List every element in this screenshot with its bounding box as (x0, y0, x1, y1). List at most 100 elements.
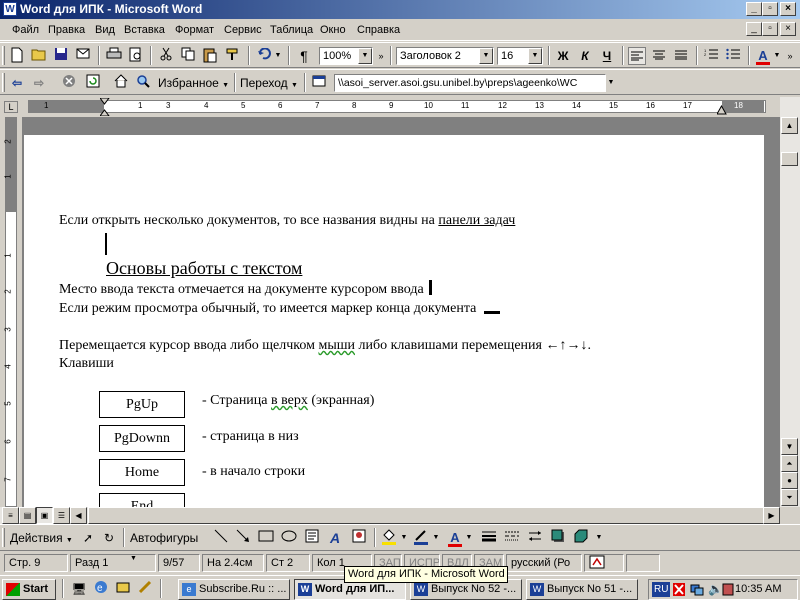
previous-page-icon[interactable]: ⏶ (781, 455, 798, 472)
address-dropdown-icon[interactable]: ▼ (606, 74, 616, 92)
arrow-icon[interactable] (234, 529, 252, 547)
style-select[interactable]: Заголовок 2 ▼ (396, 47, 494, 65)
pilcrow-icon[interactable]: ¶ (295, 47, 313, 65)
font-color-draw-icon[interactable]: A (446, 529, 464, 547)
font-color-dropdown-icon[interactable]: ▼ (773, 47, 781, 65)
favorites-menu[interactable]: Избранное ▼ (158, 74, 230, 92)
save-icon[interactable] (52, 47, 70, 65)
network-icon[interactable] (690, 582, 704, 600)
undo-dropdown-icon[interactable]: ▼ (273, 47, 283, 65)
free-rotate-icon[interactable]: ↻ (100, 529, 118, 547)
back-arrow-icon[interactable]: ⇦ (8, 74, 26, 92)
start-button[interactable]: Start (2, 579, 56, 600)
fill-color-dropdown-icon[interactable]: ▼ (400, 529, 408, 547)
bullet-list-icon[interactable] (724, 47, 742, 65)
clock[interactable]: 10:35 AM (735, 583, 781, 595)
format-painter-icon[interactable] (223, 47, 241, 65)
menu-table[interactable]: Таблица (270, 24, 313, 36)
tab-stop-selector[interactable]: L (4, 101, 18, 113)
maximize-button[interactable]: ▫ (762, 2, 778, 16)
taskbar-button-subscribe[interactable]: e Subscribe.Ru :: ... (178, 579, 290, 600)
menu-window[interactable]: Окно (320, 24, 346, 36)
chevron-down-icon[interactable]: ▼ (479, 48, 493, 64)
refresh-icon[interactable] (84, 74, 102, 92)
menu-tools[interactable]: Сервис (224, 24, 262, 36)
line-color-icon[interactable] (412, 529, 430, 547)
vertical-ruler[interactable]: 2 1 1 2 3 4 5 6 7 (0, 117, 22, 507)
quick-launch-icon[interactable] (136, 580, 154, 598)
menu-edit[interactable]: Правка (48, 24, 85, 36)
actions-menu[interactable]: Действия ▼ (10, 529, 76, 547)
font-color-icon[interactable]: A (754, 47, 772, 65)
arrow-style-icon[interactable] (526, 529, 544, 547)
paste-icon[interactable] (201, 47, 219, 65)
web-view-icon[interactable]: ▤ (19, 507, 36, 524)
language-indicator[interactable]: RU (652, 582, 671, 597)
taskbar-button-issue51[interactable]: W Выпуск No 51 -... (526, 579, 638, 600)
undo-icon[interactable] (255, 47, 273, 65)
close-button[interactable]: × (780, 2, 796, 16)
volume-icon[interactable]: 🔈 (708, 582, 723, 596)
normal-view-icon[interactable]: ≡ (2, 507, 19, 524)
justify-icon[interactable] (672, 47, 690, 65)
forward-arrow-icon[interactable]: ⇨ (30, 74, 48, 92)
toolbar-grip[interactable] (2, 528, 5, 547)
menu-insert[interactable]: Вставка (124, 24, 165, 36)
shadow-icon[interactable] (549, 529, 567, 547)
font-color-draw-dropdown-icon[interactable]: ▼ (465, 529, 473, 547)
ie-icon[interactable]: e (92, 580, 110, 598)
scroll-left-icon[interactable]: ◀ (70, 507, 87, 524)
browse-object-icon[interactable]: ● (781, 472, 798, 489)
line-icon[interactable] (212, 529, 230, 547)
outlook-icon[interactable] (114, 580, 132, 598)
antivirus-icon[interactable] (672, 582, 686, 600)
copy-icon[interactable] (179, 47, 197, 65)
show-desktop-icon[interactable]: 🖥 (70, 580, 88, 598)
search-web-icon[interactable] (134, 74, 152, 92)
menu-file[interactable]: Файл (12, 24, 39, 36)
drawing-more-icon[interactable]: ▼ (594, 529, 604, 547)
text-box-icon[interactable] (303, 529, 321, 547)
toolbar-grip[interactable] (2, 73, 5, 92)
numbered-list-icon[interactable]: 12 (702, 47, 720, 65)
print-layout-icon[interactable]: ▣ (36, 507, 53, 524)
doc-minimize-button[interactable]: _ (746, 22, 762, 36)
document-area[interactable]: Если открыть несколько документов, то вс… (22, 117, 780, 507)
spelling-status-icon[interactable] (584, 554, 624, 572)
underline-button[interactable]: Ч (598, 47, 616, 65)
next-page-icon[interactable]: ⏷ (781, 489, 798, 506)
home-icon[interactable] (112, 74, 130, 92)
zoom-select[interactable]: 100% ▼ (319, 47, 373, 65)
scroll-up-icon[interactable]: ▲ (781, 117, 798, 134)
fill-color-icon[interactable] (380, 529, 398, 547)
print-icon[interactable] (105, 47, 123, 65)
word-app-icon[interactable]: W (3, 2, 17, 16)
address-input[interactable]: \\asoi_server.asoi.gsu.unibel.by\preps\a… (334, 74, 606, 92)
new-document-icon[interactable] (8, 47, 26, 65)
doc-hyperlink[interactable]: панели задач (438, 213, 515, 228)
horizontal-ruler[interactable]: 1 1 3 4 5 6 7 8 9 10 11 12 13 14 15 16 1… (0, 97, 800, 117)
open-folder-icon[interactable] (30, 47, 48, 65)
horizontal-scroll-thumb[interactable] (88, 507, 768, 524)
line-color-dropdown-icon[interactable]: ▼ (432, 529, 440, 547)
rectangle-icon[interactable] (257, 529, 275, 547)
select-objects-icon[interactable]: ➚ (79, 529, 97, 547)
line-style-icon[interactable] (480, 529, 498, 547)
doc-close-button[interactable]: × (780, 22, 796, 36)
more-buttons-icon[interactable]: » (784, 47, 796, 65)
oval-icon[interactable] (280, 529, 298, 547)
menu-format[interactable]: Формат (175, 24, 214, 36)
toolbar-options-icon[interactable]: » (376, 47, 386, 65)
3d-icon[interactable] (572, 529, 590, 547)
document-page[interactable]: Если открыть несколько документов, то вс… (24, 135, 764, 507)
scroll-thumb[interactable] (781, 152, 798, 166)
vertical-scrollbar[interactable]: ▲ ▼ ⏶ ● ⏷ (780, 97, 800, 507)
font-size-select[interactable]: 16 ▼ (497, 47, 543, 65)
chevron-down-icon[interactable]: ▼ (358, 48, 372, 64)
cut-icon[interactable] (157, 47, 175, 65)
wordart-icon[interactable]: A (326, 529, 344, 547)
print-preview-icon[interactable] (127, 47, 145, 65)
menu-help[interactable]: Справка (357, 24, 400, 36)
clip-art-icon[interactable] (350, 529, 368, 547)
align-center-icon[interactable] (650, 47, 668, 65)
